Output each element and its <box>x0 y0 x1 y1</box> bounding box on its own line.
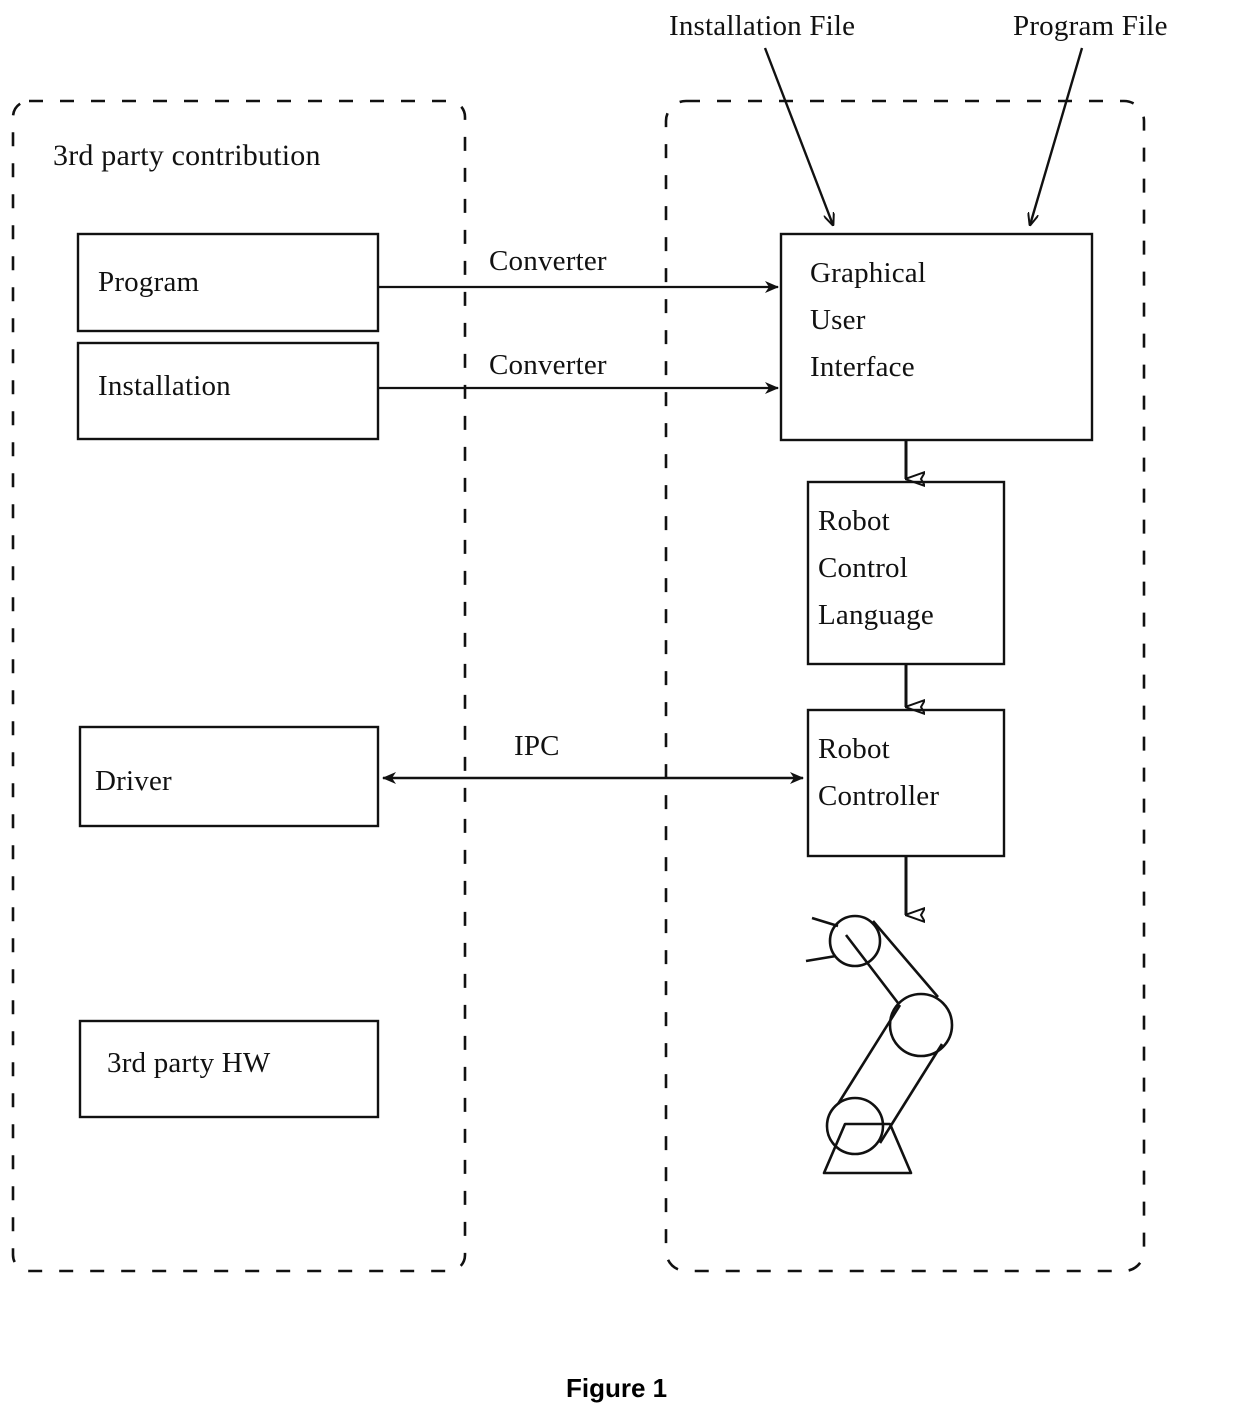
figure-page: Installation File Program File 3rd party… <box>0 0 1240 1426</box>
edge-label-ipc: IPC <box>514 730 560 762</box>
block-label-installation: Installation <box>98 370 231 402</box>
edge-label-converter-program: Converter <box>489 245 607 277</box>
block-label-controller-line1: Robot <box>818 733 890 765</box>
group-title-third-party: 3rd party contribution <box>53 139 321 172</box>
edge-label-converter-installation: Converter <box>489 349 607 381</box>
annotation-installation-file: Installation File <box>669 10 856 42</box>
block-label-gui-line2: User <box>810 303 866 336</box>
block-label-robot-controller: Robot Controller <box>818 726 939 820</box>
leader-line-program-file <box>1030 47 1084 225</box>
annotation-program-file: Program File <box>1013 10 1168 42</box>
block-label-robot-control-language: Robot Control Language <box>818 498 934 639</box>
block-label-gui-line1: Graphical <box>810 257 927 289</box>
block-label-driver: Driver <box>95 765 172 797</box>
block-label-program: Program <box>98 266 200 298</box>
block-label-gui-line3: Interface <box>810 350 915 383</box>
robot-arm-illustration <box>805 914 954 1175</box>
leader-line-installation-file <box>763 47 833 225</box>
diagram-canvas <box>11 47 1146 1273</box>
block-label-controller-line2: Controller <box>818 779 940 812</box>
block-label-rcl-line2: Control <box>818 551 909 584</box>
block-label-third-party-hw: 3rd party HW <box>107 1047 271 1079</box>
figure-caption: Figure 1 <box>566 1373 668 1403</box>
block-label-rcl-line3: Language <box>818 598 934 631</box>
block-label-rcl-line1: Robot <box>818 505 890 537</box>
block-label-gui: Graphical User Interface <box>810 250 926 391</box>
